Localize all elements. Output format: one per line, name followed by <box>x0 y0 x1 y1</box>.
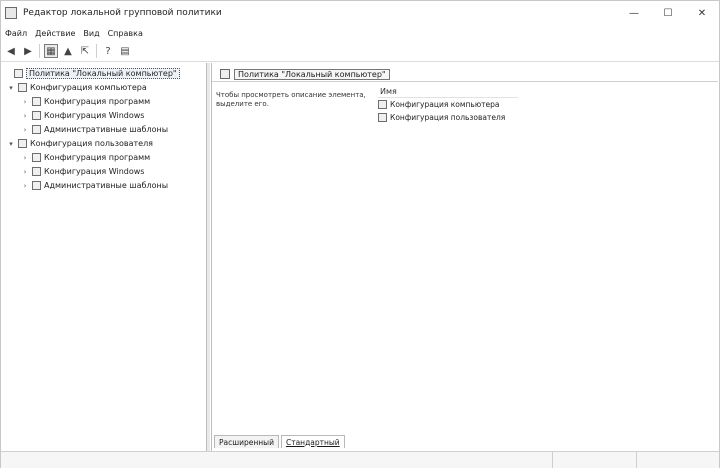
tree-item-label: Конфигурация программ <box>44 97 151 106</box>
computer-icon <box>378 100 387 109</box>
app-icon <box>5 7 17 19</box>
user-icon <box>378 113 387 122</box>
tree-item-user-admin-templates[interactable]: › Административные шаблоны <box>21 179 168 192</box>
folder-icon <box>32 111 41 120</box>
policy-icon <box>14 69 23 78</box>
tab-standard[interactable]: Стандартный <box>280 435 345 448</box>
minimize-button[interactable]: — <box>617 1 651 25</box>
menu-action[interactable]: Действие <box>35 29 75 38</box>
user-icon <box>18 139 27 148</box>
pane-splitter[interactable] <box>207 63 210 451</box>
folder-icon <box>32 181 41 190</box>
maximize-button[interactable]: ☐ <box>651 1 685 25</box>
status-segment-middle <box>553 452 637 468</box>
tree-item-computer-config[interactable]: ▾ Конфигурация компьютера <box>7 81 147 94</box>
tree-item-user-config[interactable]: ▾ Конфигурация пользователя <box>7 137 153 150</box>
chevron-right-icon[interactable]: › <box>21 168 29 176</box>
tree-item-user-windows-settings[interactable]: › Конфигурация Windows <box>21 165 144 178</box>
tree-item-windows-settings[interactable]: › Конфигурация Windows <box>21 109 144 122</box>
tab-extended[interactable]: Расширенный <box>214 435 279 448</box>
chevron-right-icon[interactable]: › <box>21 182 29 190</box>
help-icon[interactable]: ? <box>101 44 115 58</box>
menu-bar: Файл Действие Вид Справка <box>1 25 719 41</box>
result-pane-title: Политика "Локальный компьютер" <box>234 68 390 80</box>
tree-item-label: Конфигурация Windows <box>44 111 145 120</box>
chevron-down-icon[interactable]: ▾ <box>7 140 15 148</box>
toolbar: ◀ ▶ ▦ ▲ ⇱ ? ▤ <box>1 41 719 62</box>
menu-help[interactable]: Справка <box>108 29 143 38</box>
tree-item-label: Конфигурация пользователя <box>30 139 153 148</box>
status-bar <box>1 451 719 468</box>
properties-icon[interactable]: ▤ <box>118 44 132 58</box>
item-description: Чтобы просмотреть описание элемента, выд… <box>216 91 366 108</box>
window-title: Редактор локальной групповой политики <box>23 8 222 18</box>
chevron-down-icon[interactable]: ▾ <box>7 84 15 92</box>
list-item-label: Конфигурация компьютера <box>390 100 500 109</box>
menu-file[interactable]: Файл <box>5 29 27 38</box>
chevron-right-icon[interactable]: › <box>21 112 29 120</box>
folder-icon <box>32 97 41 106</box>
back-icon[interactable]: ◀ <box>4 44 18 58</box>
toolbar-separator <box>39 44 40 58</box>
tree-item-user-software-settings[interactable]: › Конфигурация программ <box>21 151 150 164</box>
console-tree[interactable]: Политика "Локальный компьютер" ▾ Конфигу… <box>1 63 207 451</box>
mmc-window: Редактор локальной групповой политики — … <box>0 0 720 468</box>
chevron-right-icon[interactable]: › <box>21 98 29 106</box>
close-button[interactable]: ✕ <box>685 1 719 25</box>
menu-view[interactable]: Вид <box>83 29 99 38</box>
view-tabs: Расширенный Стандартный <box>214 435 347 449</box>
tree-item-label: Политика "Локальный компьютер" <box>26 68 180 79</box>
list-item-label: Конфигурация пользователя <box>390 113 506 122</box>
column-header-name[interactable]: Имя <box>378 85 518 98</box>
list-item[interactable]: Конфигурация компьютера <box>378 98 518 111</box>
result-pane: Политика "Локальный компьютер" Чтобы про… <box>211 63 719 451</box>
show-hide-tree-icon[interactable]: ▦ <box>44 44 58 58</box>
tree-item-label: Административные шаблоны <box>44 181 169 190</box>
tree-item-software-settings[interactable]: › Конфигурация программ <box>21 95 150 108</box>
tree-item-label: Административные шаблоны <box>44 125 169 134</box>
toolbar-separator <box>96 44 97 58</box>
result-pane-header: Политика "Локальный компьютер" <box>212 67 718 82</box>
chevron-right-icon[interactable]: › <box>21 154 29 162</box>
computer-icon <box>18 83 27 92</box>
list-item[interactable]: Конфигурация пользователя <box>378 111 518 124</box>
tree-item-label: Конфигурация Windows <box>44 167 145 176</box>
folder-icon <box>32 153 41 162</box>
policy-icon <box>220 69 230 79</box>
tree-item-label: Конфигурация компьютера <box>30 83 147 92</box>
tree-item-label: Конфигурация программ <box>44 153 151 162</box>
forward-icon[interactable]: ▶ <box>21 44 35 58</box>
status-segment-right <box>637 452 719 468</box>
title-bar: Редактор локальной групповой политики — … <box>1 1 719 25</box>
up-icon[interactable]: ▲ <box>61 44 75 58</box>
tree-item-admin-templates[interactable]: › Административные шаблоны <box>21 123 168 136</box>
status-segment-main <box>1 452 553 468</box>
chevron-right-icon[interactable]: › <box>21 126 29 134</box>
folder-icon <box>32 167 41 176</box>
result-list: Имя Конфигурация компьютера Конфигурация… <box>378 85 518 124</box>
caption-buttons: — ☐ ✕ <box>617 1 719 25</box>
tree-item-root[interactable]: Политика "Локальный компьютер" <box>3 67 180 80</box>
folder-icon <box>32 125 41 134</box>
export-list-icon[interactable]: ⇱ <box>78 44 92 58</box>
